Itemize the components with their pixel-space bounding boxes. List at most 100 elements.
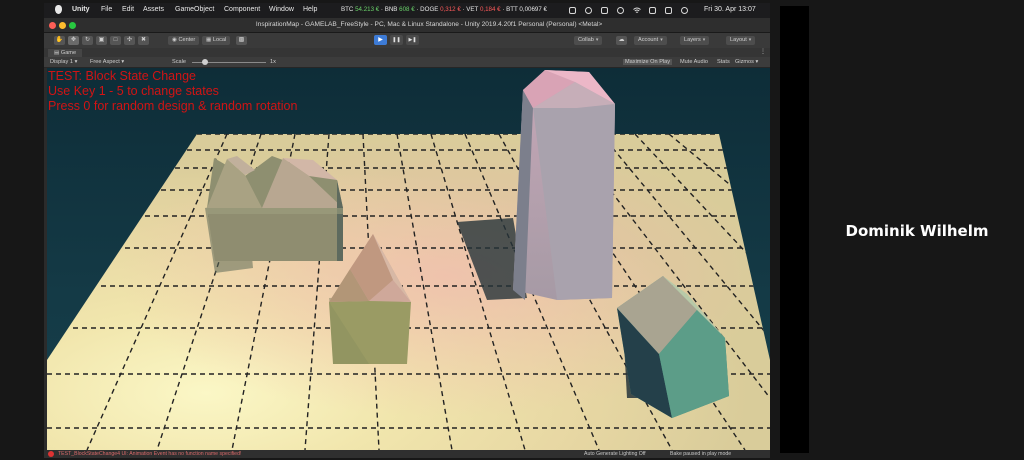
shared-screen: Unity File Edit Assets GameObject Compon… xyxy=(44,3,770,458)
menu-app-name[interactable]: Unity xyxy=(72,6,90,13)
tab-game-label: Game xyxy=(60,50,77,56)
mac-menubar: Unity File Edit Assets GameObject Compon… xyxy=(44,3,770,18)
chevron-down-icon: ▾ xyxy=(748,37,752,43)
console-error-message[interactable]: TEST_BlockStateChange4 UI: Animation Eve… xyxy=(58,451,241,457)
ticker-bnb-symbol: BNB xyxy=(384,6,398,13)
chevron-down-icon: ▾ xyxy=(74,59,78,65)
search-icon[interactable] xyxy=(649,7,656,14)
tab-game[interactable]: ▤ Game xyxy=(48,49,83,57)
space-label: Local xyxy=(212,37,227,43)
lighting-status: Auto Generate Lighting Off xyxy=(584,451,646,457)
record-icon[interactable] xyxy=(585,7,592,14)
zoom-icon[interactable] xyxy=(69,22,76,29)
participant-name: Dominik Wilhelm xyxy=(845,222,989,240)
pivot-label: Center xyxy=(178,37,196,43)
chevron-down-icon: ▾ xyxy=(595,37,599,43)
chevron-down-icon: ▾ xyxy=(660,37,663,43)
game-view-controls: Display 1 ▾ Free Aspect ▾ Scale 1x Maxim… xyxy=(44,57,770,68)
display-icon[interactable] xyxy=(601,7,608,14)
hand-tool-icon[interactable]: ✋ xyxy=(54,36,65,45)
menu-assets[interactable]: Assets xyxy=(143,6,164,13)
close-icon[interactable] xyxy=(49,22,56,29)
shield-icon[interactable] xyxy=(569,7,576,14)
transform-tool-icon[interactable]: ✣ xyxy=(124,36,135,45)
maximize-on-play-toggle[interactable]: Maximize On Play xyxy=(623,59,673,65)
game-icon: ▤ xyxy=(54,50,61,56)
ticker-btt-symbol: BTT xyxy=(506,6,518,13)
block-tower xyxy=(513,70,615,300)
menu-window[interactable]: Window xyxy=(269,6,294,13)
move-tool-icon[interactable]: ✥ xyxy=(68,36,79,45)
menu-help[interactable]: Help xyxy=(303,6,317,13)
account-label: Account xyxy=(638,37,659,43)
crypto-tickers[interactable]: BTC 54.213 € · BNB 608 € · DOGE 0,312 € … xyxy=(341,6,547,13)
aspect-dropdown[interactable]: Free Aspect ▾ xyxy=(90,59,124,65)
window-titlebar: InspirationMap - GAMELAB_FreeStyle - PC,… xyxy=(44,18,770,33)
hud-instruction-keys: Use Key 1 - 5 to change states xyxy=(48,84,219,98)
grid-snap-icon[interactable]: ▩ xyxy=(236,36,247,45)
aspect-label: Free Aspect xyxy=(90,59,120,65)
hud-title: TEST: Block State Change xyxy=(48,69,196,83)
status-bar: TEST_BlockStateChange4 UI: Animation Eve… xyxy=(44,450,770,458)
scale-label: Scale xyxy=(172,59,186,65)
rotate-tool-icon[interactable]: ↻ xyxy=(82,36,93,45)
chevron-down-icon: ▾ xyxy=(755,59,759,65)
ticker-btc-value: 54.213 € xyxy=(355,6,380,13)
menu-gameobject[interactable]: GameObject xyxy=(175,6,214,13)
unity-toolbar: ✋ ✥ ↻ ▣ □ ✣ ✖ ◉ Center ▦ Local ▩ ▶ ❚❚ ▶❚… xyxy=(44,33,770,49)
chevron-down-icon: ▾ xyxy=(121,59,125,65)
ticker-vet-symbol: VET xyxy=(466,6,479,13)
minimize-icon[interactable] xyxy=(59,22,66,29)
ticker-doge-symbol: DOGE xyxy=(420,6,439,13)
account-dropdown[interactable]: Account ▾ xyxy=(634,36,667,45)
cloud-icon[interactable]: ☁ xyxy=(616,36,627,45)
game-viewport[interactable]: TEST: Block State Change Use Key 1 - 5 t… xyxy=(47,68,770,450)
collab-label: Collab xyxy=(578,37,594,43)
error-icon xyxy=(48,451,54,457)
game-tab-bar: ▤ Game ⋮ xyxy=(44,48,770,57)
adjacent-video-tile xyxy=(780,6,809,453)
mute-audio-toggle[interactable]: Mute Audio xyxy=(680,59,708,65)
stats-toggle[interactable]: Stats xyxy=(717,59,730,65)
clock-icon[interactable] xyxy=(617,7,624,14)
gizmos-label: Gizmos xyxy=(735,59,754,65)
scale-tool-icon[interactable]: ▣ xyxy=(96,36,107,45)
scale-slider-handle[interactable] xyxy=(202,59,208,65)
layout-dropdown[interactable]: Layout ▾ xyxy=(726,36,756,45)
ticker-vet-value: 0,184 € xyxy=(479,6,501,13)
menubar-clock[interactable]: Fri 30. Apr 13:07 xyxy=(704,6,756,13)
ticker-btc-symbol: BTC xyxy=(341,6,354,13)
play-button[interactable]: ▶ xyxy=(374,35,387,45)
game-scene xyxy=(47,70,770,450)
layers-label: Layers xyxy=(684,37,701,43)
chevron-down-icon: ▾ xyxy=(702,37,706,43)
gizmos-dropdown[interactable]: Gizmos ▾ xyxy=(735,59,758,65)
step-button[interactable]: ▶❚ xyxy=(406,35,419,45)
menu-file[interactable]: File xyxy=(101,6,112,13)
space-local-button[interactable]: ▦ Local xyxy=(202,36,231,45)
display-label: Display 1 xyxy=(50,59,74,65)
wifi-icon[interactable] xyxy=(633,7,641,14)
block-double-roof xyxy=(207,156,343,261)
display-dropdown[interactable]: Display 1 ▾ xyxy=(50,59,77,65)
pause-button[interactable]: ❚❚ xyxy=(390,35,403,45)
custom-tool-icon[interactable]: ✖ xyxy=(138,36,149,45)
control-center-icon[interactable] xyxy=(665,7,672,14)
ticker-btt-value: 0,00697 € xyxy=(519,6,547,13)
bake-status: Bake paused in play mode xyxy=(670,451,732,457)
layers-dropdown[interactable]: Layers ▾ xyxy=(680,36,710,45)
ticker-bnb-value: 608 € xyxy=(399,6,415,13)
collab-dropdown[interactable]: Collab ▾ xyxy=(574,36,603,45)
rect-tool-icon[interactable]: □ xyxy=(110,36,121,45)
tab-menu-icon[interactable]: ⋮ xyxy=(760,48,766,55)
window-title: InspirationMap - GAMELAB_FreeStyle - PC,… xyxy=(255,21,603,28)
scale-value: 1x xyxy=(270,59,276,65)
menu-edit[interactable]: Edit xyxy=(122,6,134,13)
layout-label: Layout xyxy=(730,37,747,43)
ticker-doge-value: 0,312 € xyxy=(440,6,461,13)
hud-instruction-random: Press 0 for random design & random rotat… xyxy=(48,99,298,113)
menu-component[interactable]: Component xyxy=(224,6,260,13)
siri-icon[interactable] xyxy=(681,7,688,14)
pivot-center-button[interactable]: ◉ Center xyxy=(168,36,200,45)
apple-icon[interactable] xyxy=(55,5,62,14)
